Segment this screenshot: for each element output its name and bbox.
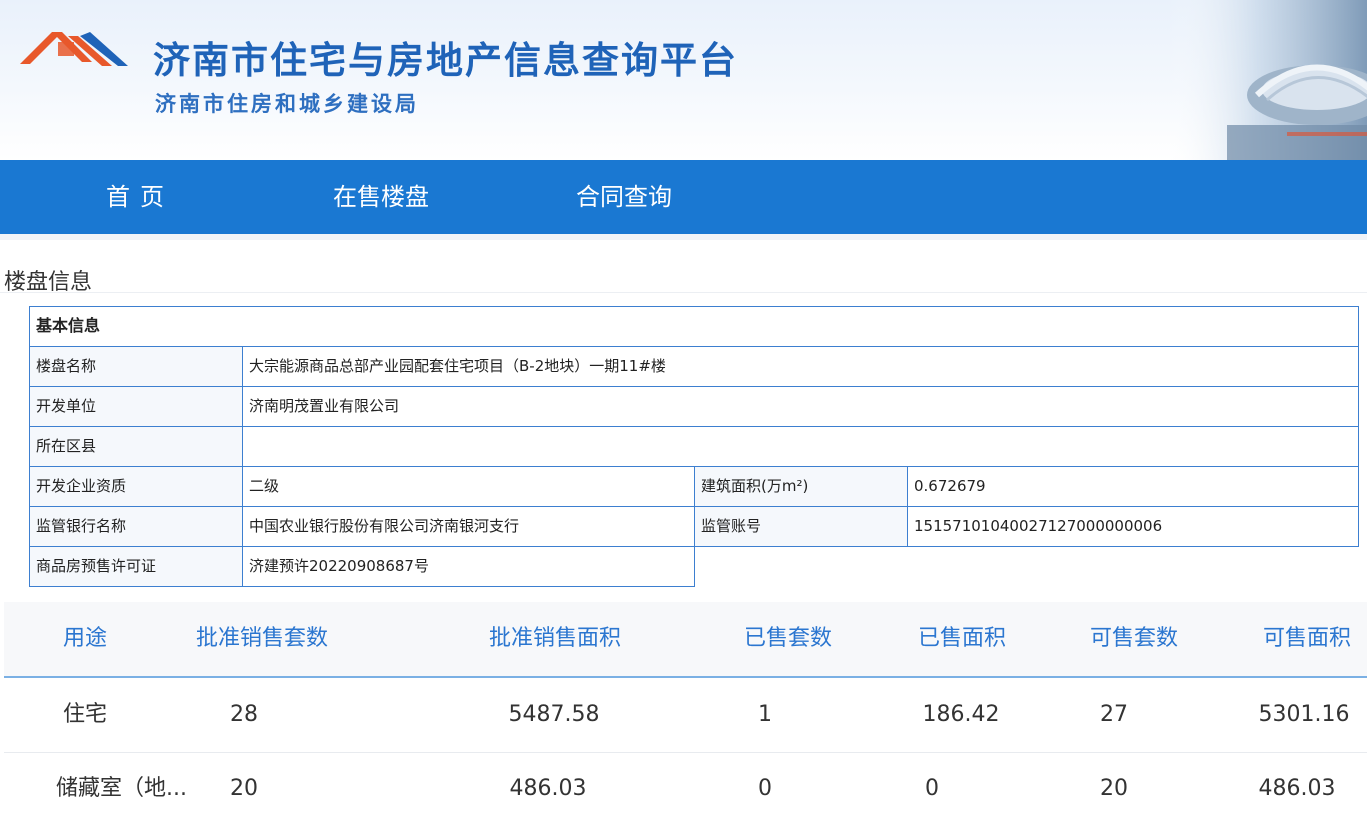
table-cell-available-units: 20 [1100, 776, 1128, 801]
info-table-header: 基本信息 [29, 306, 1359, 347]
bank-value: 中国农业银行股份有限公司济南银河支行 [242, 506, 695, 547]
developer-label: 开发单位 [29, 386, 243, 427]
column-header-available-units: 可售套数 [1089, 626, 1178, 651]
account-value: 15157101040027127000000006 [907, 506, 1359, 547]
project-name-value: 大宗能源商品总部产业园配套住宅项目（B-2地块）一期11#楼 [242, 346, 1359, 387]
table-cell-available-area: 5301.16 [1258, 702, 1350, 727]
table-cell-sold-area: 0 [925, 776, 939, 801]
stadium-banner-image [1167, 0, 1367, 160]
table-cell-sold-units: 0 [758, 776, 772, 801]
building-area-label: 建筑面积(万m²) [694, 466, 908, 507]
district-value [242, 426, 1359, 467]
qualification-label: 开发企业资质 [29, 466, 243, 507]
table-cell-approved-units: 20 [230, 776, 258, 801]
divider [0, 292, 1367, 293]
site-title: 济南市住宅与房地产信息查询平台 [153, 39, 738, 82]
bank-label: 监管银行名称 [29, 506, 243, 547]
site-subtitle: 济南市住房和城乡建设局 [155, 92, 419, 116]
column-header-available-area: 可售面积 [1262, 626, 1351, 651]
nav-item-home[interactable]: 首页 [106, 160, 174, 234]
column-header-approved-units: 批准销售套数 [195, 626, 328, 651]
permit-value[interactable]: 济建预许20220908687号 [242, 546, 695, 587]
table-cell-approved-area: 5487.58 [508, 702, 600, 727]
account-label: 监管账号 [694, 506, 908, 547]
basic-info-table: 基本信息 楼盘名称 大宗能源商品总部产业园配套住宅项目（B-2地块）一期11#楼… [29, 306, 1359, 587]
table-cell-available-units: 27 [1100, 702, 1128, 727]
column-header-sold-area: 已售面积 [917, 626, 1006, 651]
column-header-usage: 用途 [62, 626, 107, 651]
table-cell-usage: 住宅 [62, 702, 107, 727]
table-cell-usage: 储藏室（地... [56, 776, 187, 801]
nav-item-contract-query[interactable]: 合同查询 [576, 160, 672, 234]
nav-item-on-sale[interactable]: 在售楼盘 [333, 160, 429, 234]
main-nav: 首页 在售楼盘 合同查询 [0, 160, 1367, 234]
permit-label: 商品房预售许可证 [29, 546, 243, 587]
table-cell-approved-area: 486.03 [509, 776, 587, 801]
district-label: 所在区县 [29, 426, 243, 467]
table-cell-sold-units: 1 [758, 702, 772, 727]
building-area-value: 0.672679 [907, 466, 1359, 507]
table-cell-available-area: 486.03 [1258, 776, 1336, 801]
qualification-value: 二级 [242, 466, 695, 507]
column-header-approved-area: 批准销售面积 [488, 626, 621, 651]
developer-value: 济南明茂置业有限公司 [242, 386, 1359, 427]
table-cell-sold-area: 186.42 [922, 702, 1000, 727]
nav-gap [0, 234, 1367, 240]
project-name-label: 楼盘名称 [29, 346, 243, 387]
site-header: 济南市住宅与房地产信息查询平台 济南市住房和城乡建设局 [0, 0, 1367, 160]
roof-logo-icon [20, 32, 128, 66]
table-cell-approved-units: 28 [230, 702, 258, 727]
column-header-sold-units: 已售套数 [743, 626, 832, 651]
